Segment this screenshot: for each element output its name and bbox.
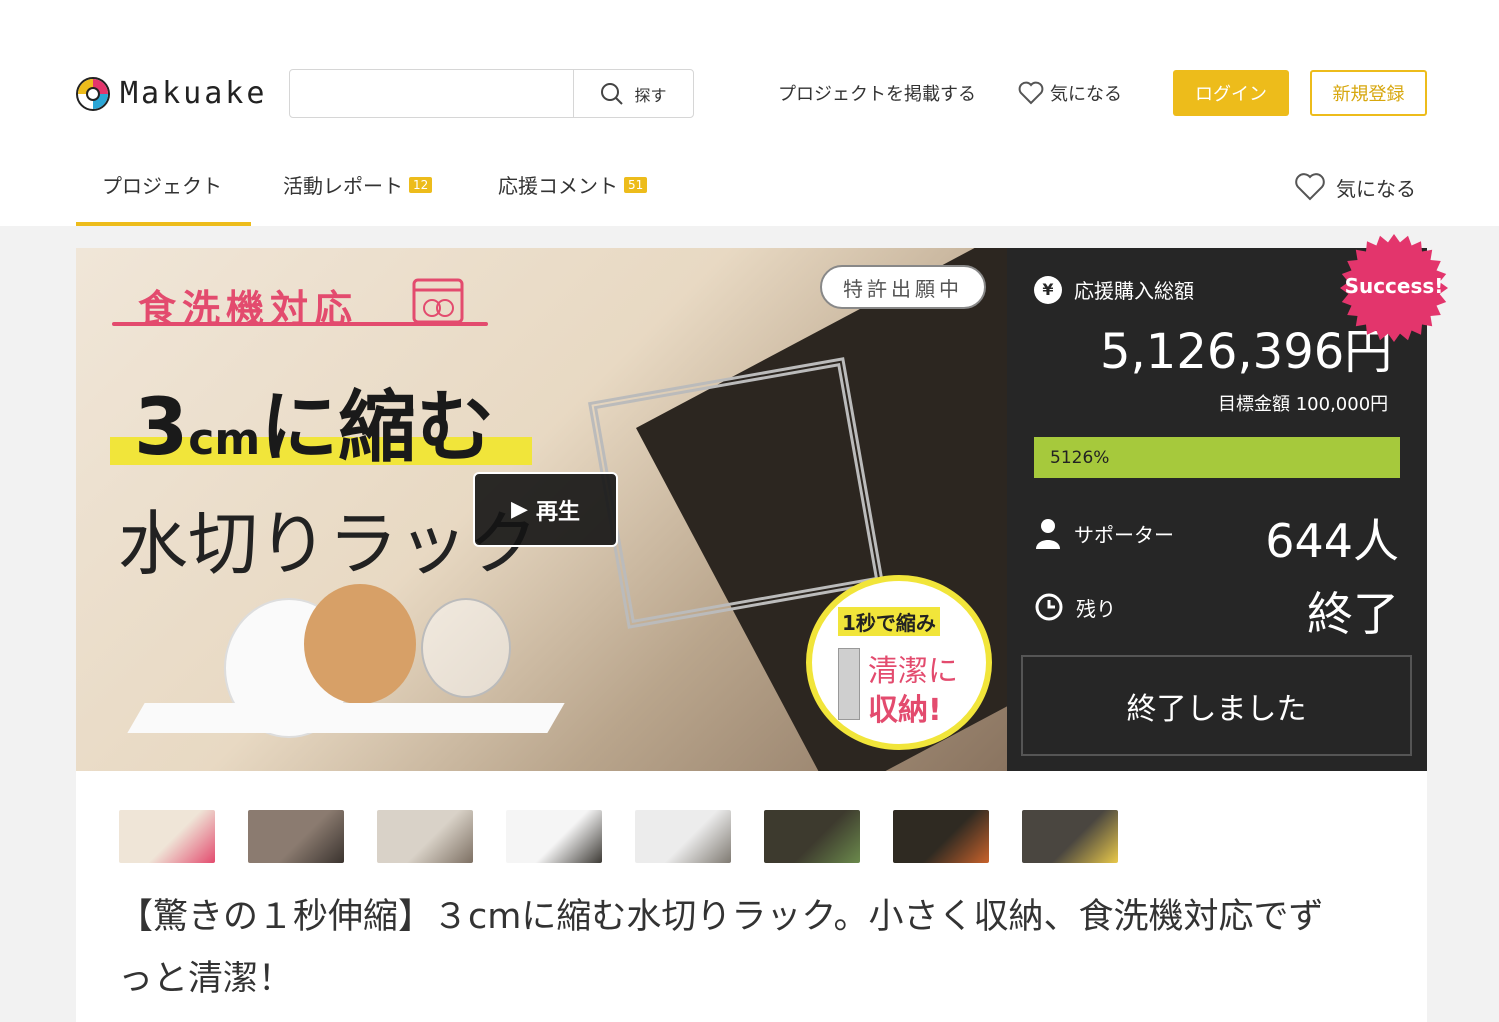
comment-count-badge: 51 (624, 176, 648, 193)
hero-title-underline (112, 322, 488, 326)
search-button-label: 探す (634, 85, 667, 105)
clock-icon (1035, 593, 1063, 621)
thumbnail-8[interactable] (1022, 810, 1118, 863)
thumbnail-strip (119, 810, 1118, 863)
thumbnail-5[interactable] (635, 810, 731, 863)
rack-tray (127, 703, 565, 733)
makuake-logo[interactable]: Makuake (76, 76, 267, 111)
bubble-text-1: 1秒で縮み (838, 607, 940, 636)
glass (421, 598, 511, 698)
bubble-text-3: 収納! (868, 693, 942, 728)
favorite-link[interactable]: 気になる (1018, 80, 1122, 106)
search-box: 探す (289, 69, 694, 118)
report-count-badge: 12 (409, 176, 433, 193)
person-icon (1036, 519, 1060, 549)
play-video-button[interactable]: ▶ 再生 (473, 472, 618, 547)
supporters-label-text: サポーター (1074, 522, 1174, 547)
project-favorite-button[interactable]: 気になる (1294, 172, 1416, 202)
remaining-label-text: 残り (1076, 596, 1116, 621)
ended-button[interactable]: 終了しました (1021, 655, 1412, 756)
progress-percent: 5126% (1050, 447, 1110, 468)
remaining-label: 残り (1034, 592, 1116, 622)
hero-rest: に縮む (260, 383, 495, 473)
bubble-text-2: 清潔に (868, 654, 958, 689)
thumbnail-7[interactable] (893, 810, 989, 863)
post-project-link[interactable]: プロジェクトを掲載する (778, 80, 976, 106)
success-badge: Success! (1344, 274, 1444, 298)
supporters-label: サポーター (1034, 517, 1174, 549)
play-label: 再生 (535, 499, 580, 525)
thumbnail-6[interactable] (764, 810, 860, 863)
tab-label: プロジェクト (102, 174, 222, 198)
favorite-label: 気になる (1336, 176, 1416, 201)
yen-icon: ¥ (1034, 275, 1062, 304)
project-title: 【驚きの１秒伸縮】３cmに縮む水切りラック。小さく収納、食洗機対応でずっと清潔！ (118, 897, 1324, 999)
folded-rack (588, 357, 884, 629)
progress-fill: 5126% (1034, 437, 1400, 478)
hero-number: 3 (134, 383, 189, 473)
favorite-label: 気になる (1050, 84, 1122, 105)
compact-rack-icon (838, 648, 860, 720)
makuake-logo-icon (76, 76, 110, 111)
thumbnail-2[interactable] (248, 810, 344, 863)
logo-text: Makuake (120, 76, 268, 111)
login-button[interactable]: ログイン (1173, 70, 1289, 116)
tab-project[interactable]: プロジェクト (102, 170, 222, 199)
search-icon (601, 82, 624, 105)
tab-label: 応援コメント (498, 174, 618, 198)
heart-icon (1018, 81, 1044, 105)
project-tabs: プロジェクト 活動レポート 12 応援コメント 51 (76, 150, 1426, 226)
dishwasher-icon (412, 278, 464, 324)
play-icon: ▶ (511, 497, 528, 522)
hero-unit: cm (188, 414, 261, 465)
bowl-wood (304, 584, 416, 704)
header: Makuake 探す プロジェクトを掲載する 気になる ログイン 新規登録 (0, 0, 1499, 150)
funding-progress-bar: 5126% (1034, 437, 1400, 478)
search-input[interactable] (290, 70, 573, 117)
heart-icon (1295, 173, 1325, 201)
thumbnail-4[interactable] (506, 810, 602, 863)
total-label-text: 応援購入総額 (1074, 279, 1194, 303)
hero-title-shrink: 3cmに縮む (134, 365, 494, 477)
thumbnail-1[interactable] (119, 810, 215, 863)
remaining-value: 終了 (1307, 587, 1399, 641)
goal-amount: 目標金額 100,000円 (1218, 394, 1389, 415)
supporters-count: 644人 (1265, 514, 1399, 568)
patent-pending-tag: 特許出願中 (820, 265, 986, 309)
signup-button[interactable]: 新規登録 (1310, 70, 1427, 116)
search-button[interactable]: 探す (573, 70, 693, 117)
tab-label: 活動レポート (283, 174, 403, 198)
tab-comments[interactable]: 応援コメント 51 (498, 170, 648, 199)
thumbnail-3[interactable] (377, 810, 473, 863)
total-amount-label: ¥ 応援購入総額 (1034, 275, 1194, 304)
tab-activity-report[interactable]: 活動レポート 12 (283, 170, 433, 199)
